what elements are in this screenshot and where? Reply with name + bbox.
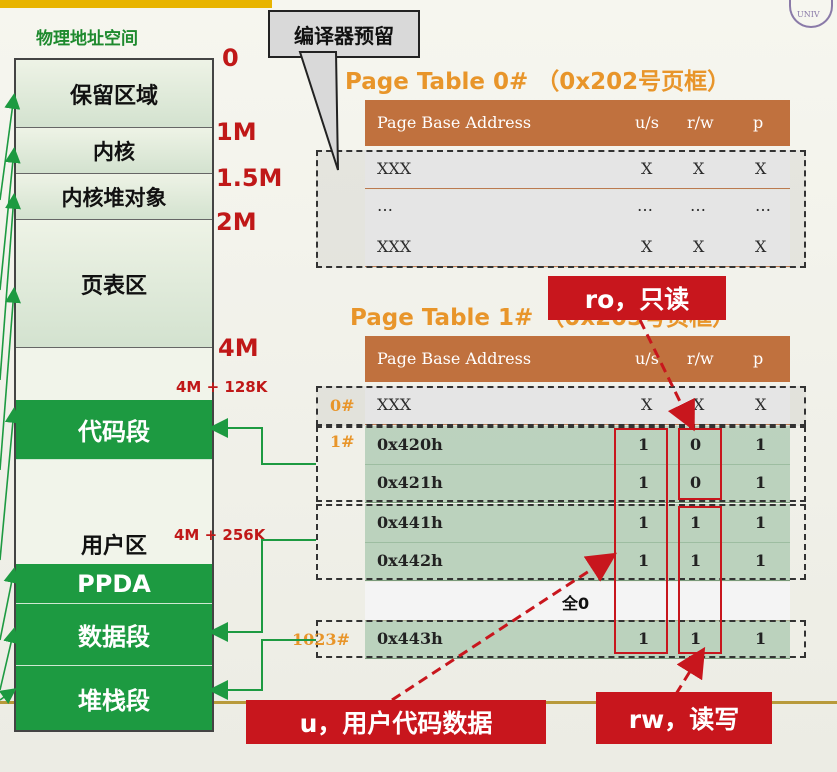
connector-lines [0, 51, 706, 704]
callout-pointer [298, 51, 339, 171]
